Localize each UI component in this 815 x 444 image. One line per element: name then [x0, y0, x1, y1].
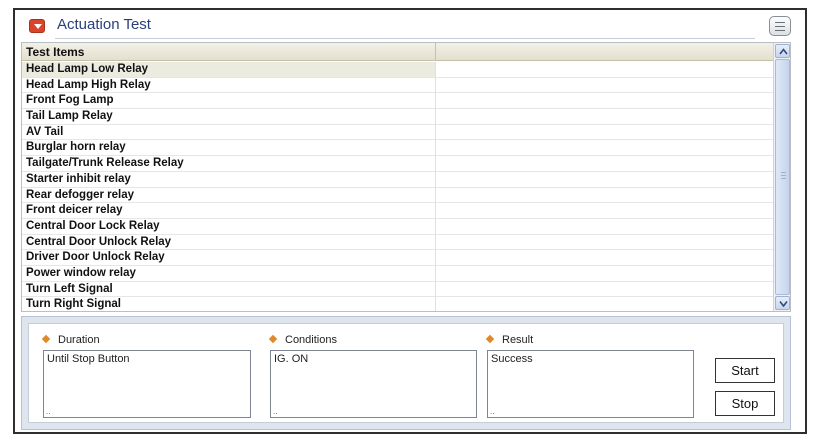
- test-item-value-cell: [436, 235, 774, 250]
- test-item-value-cell: [436, 297, 774, 311]
- test-item-cell[interactable]: Front deicer relay: [22, 203, 436, 218]
- window-title: Actuation Test: [57, 16, 151, 33]
- test-item-cell[interactable]: Central Door Lock Relay: [22, 218, 436, 234]
- test-item-cell[interactable]: Head Lamp High Relay: [22, 77, 436, 93]
- column-header-test-items[interactable]: Test Items: [22, 43, 436, 61]
- resize-grip-icon: ..: [46, 407, 51, 416]
- title-bar: Actuation Test: [15, 10, 805, 42]
- duration-field[interactable]: Until Stop Button ..: [43, 350, 251, 418]
- scrollbar-thumb[interactable]: [775, 59, 790, 295]
- test-item-cell[interactable]: Tailgate/Trunk Release Relay: [22, 156, 436, 171]
- column-header-empty[interactable]: [436, 43, 774, 61]
- test-item-cell[interactable]: Power window relay: [22, 265, 436, 281]
- table-row[interactable]: Driver Door Unlock Relay: [22, 250, 774, 266]
- test-item-value-cell: [436, 203, 774, 218]
- test-item-cell[interactable]: Turn Right Signal: [22, 297, 436, 311]
- resize-grip-icon: ..: [273, 407, 278, 416]
- table-row[interactable]: AV Tail: [22, 124, 774, 141]
- table-header: Test Items: [22, 43, 774, 61]
- test-item-value-cell: [436, 93, 774, 108]
- test-item-value-cell: [436, 156, 774, 171]
- test-item-value-cell: [436, 109, 774, 124]
- test-item-value-cell: [436, 172, 774, 187]
- table-row[interactable]: Turn Left Signal: [22, 281, 774, 298]
- table-row[interactable]: Front Fog Lamp: [22, 93, 774, 110]
- test-control-panel: Duration Until Stop Button .. Conditions…: [21, 316, 791, 430]
- test-control-panel-inner: Duration Until Stop Button .. Conditions…: [28, 323, 784, 423]
- test-item-cell[interactable]: AV Tail: [22, 124, 436, 140]
- test-item-cell[interactable]: Driver Door Unlock Relay: [22, 250, 436, 265]
- duration-label: Duration: [41, 334, 100, 346]
- bullet-icon: [268, 334, 278, 344]
- test-item-value-cell: [436, 219, 774, 234]
- actuation-test-window: Actuation Test Test Items Head Lamp Low …: [13, 8, 807, 434]
- table-row[interactable]: Central Door Lock Relay: [22, 218, 774, 235]
- test-item-value-cell: [436, 282, 774, 297]
- test-items-table: Test Items Head Lamp Low Relay Head Lamp …: [21, 42, 791, 312]
- table-row[interactable]: Starter inhibit relay: [22, 171, 774, 188]
- test-item-value-cell: [436, 188, 774, 203]
- duration-value: Until Stop Button: [47, 353, 130, 365]
- table-row[interactable]: Power window relay: [22, 265, 774, 282]
- result-label: Result: [485, 334, 533, 346]
- test-item-cell[interactable]: Burglar horn relay: [22, 140, 436, 156]
- test-item-cell[interactable]: Central Door Unlock Relay: [22, 234, 436, 250]
- arrow-down-icon[interactable]: [775, 296, 790, 310]
- test-item-cell[interactable]: Tail Lamp Relay: [22, 109, 436, 124]
- test-item-value-cell: [436, 250, 774, 265]
- test-item-cell[interactable]: Starter inhibit relay: [22, 171, 436, 187]
- start-button[interactable]: Start: [715, 358, 775, 383]
- result-value: Success: [491, 353, 533, 365]
- table-row[interactable]: Rear defogger relay: [22, 187, 774, 204]
- table-row[interactable]: Tail Lamp Relay: [22, 109, 774, 125]
- bullet-icon: [41, 334, 51, 344]
- table-row[interactable]: Tailgate/Trunk Release Relay: [22, 156, 774, 172]
- table-row[interactable]: Front deicer relay: [22, 203, 774, 219]
- test-item-cell[interactable]: Head Lamp Low Relay: [22, 62, 436, 77]
- test-item-cell[interactable]: Rear defogger relay: [22, 187, 436, 203]
- result-field[interactable]: Success ..: [487, 350, 694, 418]
- test-item-value-cell: [436, 266, 774, 281]
- conditions-field[interactable]: IG. ON ..: [270, 350, 477, 418]
- test-item-value-cell: [436, 125, 774, 140]
- test-item-value-cell: [436, 140, 774, 155]
- menu-icon[interactable]: [769, 16, 791, 36]
- table-body: Head Lamp Low Relay Head Lamp High Relay F…: [22, 62, 774, 311]
- conditions-value: IG. ON: [274, 353, 309, 365]
- test-item-cell[interactable]: Front Fog Lamp: [22, 93, 436, 109]
- collapse-arrow-icon[interactable]: [29, 19, 45, 33]
- resize-grip-icon: ..: [490, 407, 495, 416]
- title-divider: [55, 38, 755, 39]
- table-row[interactable]: Head Lamp High Relay: [22, 77, 774, 94]
- test-item-cell[interactable]: Turn Left Signal: [22, 281, 436, 297]
- bullet-icon: [485, 334, 495, 344]
- stop-button[interactable]: Stop: [715, 391, 775, 416]
- test-item-value-cell: [436, 62, 774, 77]
- table-row[interactable]: Central Door Unlock Relay: [22, 234, 774, 251]
- vertical-scrollbar[interactable]: [773, 43, 790, 311]
- conditions-label: Conditions: [268, 334, 337, 346]
- table-row[interactable]: Burglar horn relay: [22, 140, 774, 157]
- arrow-up-icon[interactable]: [775, 44, 790, 58]
- test-item-value-cell: [436, 78, 774, 93]
- table-row[interactable]: Head Lamp Low Relay: [22, 62, 774, 78]
- table-row[interactable]: Turn Right Signal: [22, 297, 774, 311]
